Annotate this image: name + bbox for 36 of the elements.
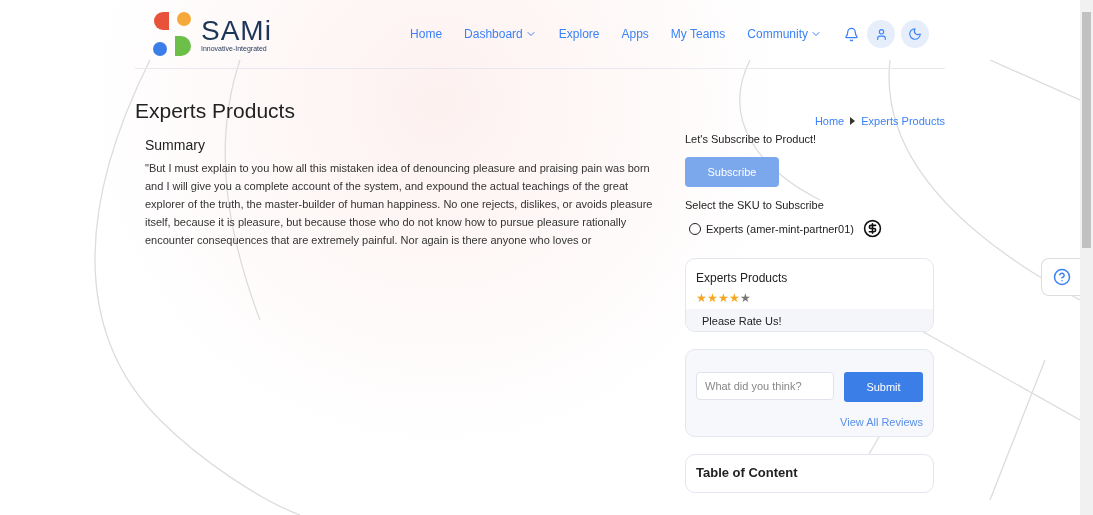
breadcrumb-separator-icon bbox=[850, 117, 856, 125]
star-icon[interactable]: ★ bbox=[696, 291, 707, 305]
review-input-field[interactable]: What did you think? bbox=[696, 372, 834, 400]
summary-heading: Summary bbox=[145, 137, 206, 153]
star-icon[interactable]: ★ bbox=[718, 291, 729, 305]
user-icon bbox=[874, 27, 888, 41]
bell-icon[interactable] bbox=[844, 26, 859, 42]
logo-icon bbox=[151, 10, 193, 58]
card-title: Experts Products bbox=[695, 270, 789, 287]
moon-icon bbox=[908, 27, 922, 41]
profile-button[interactable] bbox=[867, 20, 895, 48]
subscribe-prompt: Let's Subscribe to Product! bbox=[685, 133, 818, 145]
submit-button[interactable]: Submit bbox=[844, 372, 923, 402]
page-title: Experts Products bbox=[135, 99, 295, 123]
nav-link[interactable]: Home bbox=[410, 27, 443, 41]
nav-link[interactable]: Explore bbox=[558, 27, 600, 41]
breadcrumb-link[interactable]: Experts Products bbox=[861, 115, 945, 127]
nav-link[interactable]: Apps bbox=[621, 27, 649, 41]
view-all-reviews-link[interactable]: View All Reviews bbox=[830, 412, 933, 436]
dark-mode-button[interactable] bbox=[901, 20, 929, 48]
breadcrumb-link[interactable]: Home bbox=[814, 115, 845, 127]
summary-text: "But I must explain to you how all this mistaken idea of denouncing pleasure and praising pain was born and I will give you a complete account of the system, and expound the actual teachings of the great explorer of the truth, the master-builder of human happiness. No one rejects, dislikes, or avoids pleasure itself, because it is pleasure, but because those who do not know how to pursue pleasure rationally encounter consequences that are extremely painful. Nor again is there anyone who loves or bbox=[145, 161, 654, 248]
sku-label: Select the SKU to Subscribe bbox=[685, 199, 825, 211]
star-icon[interactable]: ★ bbox=[729, 291, 740, 305]
rate-us-text: Please Rate Us! bbox=[686, 309, 933, 331]
nav-link[interactable]: Community bbox=[747, 27, 822, 41]
dollar-icon bbox=[862, 219, 882, 238]
nav-link[interactable]: Dashboard bbox=[464, 27, 537, 41]
logo-name: SAMi bbox=[201, 16, 272, 45]
nav-link[interactable]: My Teams bbox=[670, 27, 726, 41]
help-button[interactable] bbox=[1041, 258, 1081, 296]
star-icon[interactable]: ★ bbox=[740, 291, 751, 305]
star-icon[interactable]: ★ bbox=[707, 291, 718, 305]
scrollbar[interactable] bbox=[1080, 0, 1093, 515]
toc-title: Table of Content bbox=[695, 464, 799, 482]
help-icon bbox=[1052, 268, 1071, 286]
